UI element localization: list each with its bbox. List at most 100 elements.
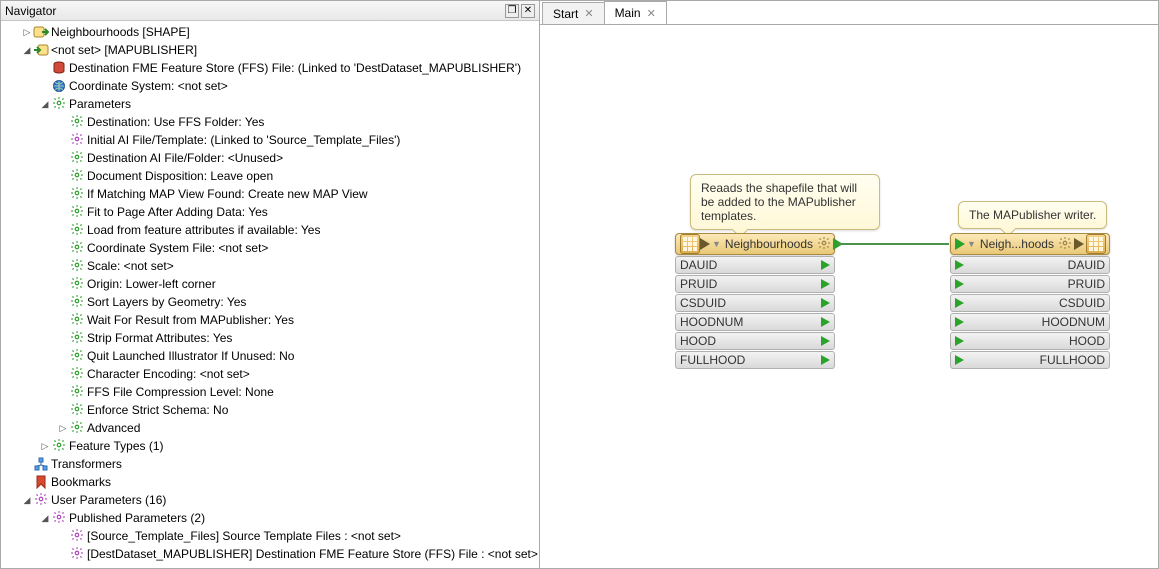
gear-icon[interactable] [817,236,831,253]
globe-icon [51,78,67,94]
p-quit[interactable]: Quit Launched Illustrator If Unused: No [3,347,539,365]
p-coordfile[interactable]: Coordinate System File: <not set> [3,239,539,257]
attribute-row[interactable]: HOODNUM [675,313,835,331]
collapse-icon[interactable]: ▼ [967,239,976,249]
gear-g-icon [69,366,85,382]
connection-line[interactable] [837,243,949,245]
attribute-row[interactable]: HOOD [950,332,1110,350]
input-port[interactable] [955,238,965,250]
port-icon [821,317,830,327]
attribute-row[interactable]: FULLHOOD [675,351,835,369]
p-map-view[interactable]: If Matching MAP View Found: Create new M… [3,185,539,203]
p-scale[interactable]: Scale: <not set> [3,257,539,275]
p-load[interactable]: Load from feature attributes if availabl… [3,221,539,239]
p-enc[interactable]: Character Encoding: <not set> [3,365,539,383]
tree-item-label: Load from feature attributes if availabl… [87,223,320,237]
gear-g-icon [69,312,85,328]
p-schema[interactable]: Enforce Strict Schema: No [3,401,539,419]
p-origin[interactable]: Origin: Lower-left corner [3,275,539,293]
writer-dataset[interactable]: ◢<not set> [MAPUBLISHER] [3,41,539,59]
param-dest-ffs[interactable]: Destination FME Feature Store (FFS) File… [3,59,539,77]
p-comp[interactable]: FFS File Compression Level: None [3,383,539,401]
node-header[interactable]: ▼ Neighbourhoods [675,233,835,255]
p-fit[interactable]: Fit to Page After Adding Data: Yes [3,203,539,221]
attribute-row[interactable]: DAUID [675,256,835,274]
tree-item-label: Quit Launched Illustrator If Unused: No [87,349,294,363]
node-title: Neigh...hoods [978,237,1056,251]
attribute-row[interactable]: HOODNUM [950,313,1110,331]
twisty-icon[interactable]: ▷ [57,423,69,434]
pub-params[interactable]: ◢ Published Parameters (2) [3,509,539,527]
p-wait[interactable]: Wait For Result from MAPublisher: Yes [3,311,539,329]
navigator-tree[interactable]: ▷Neighbourhoods [SHAPE]◢<not set> [MAPUB… [1,21,539,568]
user-params[interactable]: ◢User Parameters (16) [3,491,539,509]
gear-g-icon [69,294,85,310]
p-dest[interactable]: Destination: Use FFS Folder: Yes [3,113,539,131]
node-title: Neighbourhoods [723,237,815,251]
gear-g-icon [69,168,85,184]
bookmarks[interactable]: Bookmarks [3,473,539,491]
close-icon[interactable]: ✕ [647,7,656,20]
restore-icon[interactable]: ❐ [505,4,519,18]
tree-item-label: Origin: Lower-left corner [87,277,216,291]
p-strip[interactable]: Strip Format Attributes: Yes [3,329,539,347]
twisty-icon[interactable]: ◢ [21,45,33,56]
p-doc-disp[interactable]: Document Disposition: Leave open [3,167,539,185]
twisty-icon[interactable]: ▷ [39,441,51,452]
tree-item-label: Published Parameters (2) [69,511,205,525]
reader-dataset[interactable]: ▷Neighbourhoods [SHAPE] [3,23,539,41]
tree-item-label: Fit to Page After Adding Data: Yes [87,205,268,219]
attribute-row[interactable]: FULLHOOD [950,351,1110,369]
attribute-row[interactable]: DAUID [950,256,1110,274]
close-icon[interactable]: ✕ [584,7,593,20]
tree-item-label: Destination: Use FFS Folder: Yes [87,115,264,129]
gear-g-icon [69,114,85,130]
gear-g-icon [51,96,67,112]
attribute-row[interactable]: PRUID [675,275,835,293]
gear-p-icon [33,492,49,508]
tab-label: Main [615,6,641,20]
param-coordsys[interactable]: Coordinate System: <not set> [3,77,539,95]
tree-item-label: [Source_Template_Files] Source Template … [87,529,401,543]
tab-label: Start [553,7,578,21]
attribute-row[interactable]: PRUID [950,275,1110,293]
pp-dest[interactable]: [DestDataset_MAPUBLISHER] Destination FM… [3,545,539,563]
attribute-row[interactable]: CSDUID [675,294,835,312]
attribute-row[interactable]: CSDUID [950,294,1110,312]
param-group[interactable]: ◢Parameters [3,95,539,113]
p-sort[interactable]: Sort Layers by Geometry: Yes [3,293,539,311]
port-icon [955,279,964,289]
reader-feature-type[interactable]: ▼ Neighbourhoods DAUIDPRUIDCSDUIDHOODNUM… [675,233,835,369]
gear-icon[interactable] [1058,236,1072,253]
port-icon [821,279,830,289]
pp-src[interactable]: [Source_Template_Files] Source Template … [3,527,539,545]
twisty-icon[interactable]: ◢ [39,513,51,524]
writer-feature-type[interactable]: ▼ Neigh...hoods DAUIDPRUIDCSDUIDHOODNUMH… [950,233,1110,369]
collapse-icon[interactable]: ▼ [712,239,721,249]
xf-icon [33,456,49,472]
gear-g-icon [69,204,85,220]
tab-start[interactable]: Start ✕ [542,2,605,24]
feature-types[interactable]: ▷Feature Types (1) [3,437,539,455]
tree-item-label: Character Encoding: <not set> [87,367,250,381]
tree-item-label: Transformers [51,457,122,471]
gear-g-icon [69,348,85,364]
close-icon[interactable]: ✕ [521,4,535,18]
tree-item-label: Document Disposition: Leave open [87,169,273,183]
gear-g-icon [69,258,85,274]
twisty-icon[interactable]: ◢ [39,99,51,110]
twisty-icon[interactable]: ◢ [21,495,33,506]
tree-item-label: Initial AI File/Template: (Linked to 'So… [87,133,400,147]
tree-item-label: If Matching MAP View Found: Create new M… [87,187,368,201]
p-init-ai[interactable]: Initial AI File/Template: (Linked to 'So… [3,131,539,149]
transformers[interactable]: Transformers [3,455,539,473]
twisty-icon[interactable]: ▷ [21,27,33,38]
tab-main[interactable]: Main ✕ [604,1,667,24]
annotation-text: Reaads the shapefile that will be added … [701,181,857,223]
p-adv[interactable]: ▷Advanced [3,419,539,437]
workspace-canvas[interactable]: Reaads the shapefile that will be added … [540,25,1158,568]
attribute-row[interactable]: HOOD [675,332,835,350]
gear-g-icon [51,438,67,454]
node-header[interactable]: ▼ Neigh...hoods [950,233,1110,255]
p-dest-ai[interactable]: Destination AI File/Folder: <Unused> [3,149,539,167]
